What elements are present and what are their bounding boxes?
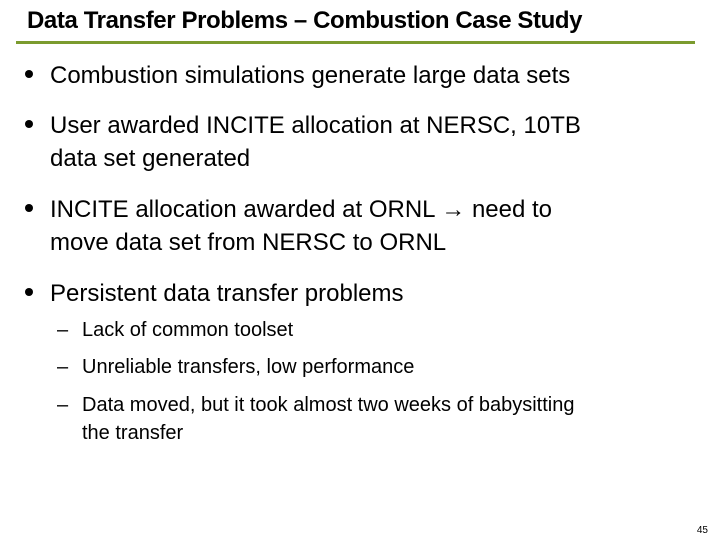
slide-title: Data Transfer Problems – Combustion Case…: [27, 7, 583, 34]
sub-bullet-text: Unreliable transfers, low performance: [82, 356, 415, 378]
bullet-dot-icon: [25, 70, 33, 78]
dash-bullet-icon: –: [57, 319, 69, 341]
title-underline-rule: [16, 41, 695, 44]
bullet-text: User awarded INCITE allocation at NERSC,…: [50, 112, 581, 172]
bullet-dot-icon: [25, 204, 33, 212]
bullet-text: Persistent data transfer problems: [50, 280, 404, 307]
bullet-dot-icon: [25, 120, 33, 128]
page-number: 45: [696, 525, 708, 536]
slide: Data Transfer Problems – Combustion Case…: [0, 0, 720, 540]
sub-bullet-text: Data moved, but it took almost two weeks…: [82, 394, 575, 444]
sub-bullet-text: Lack of common toolset: [82, 319, 294, 341]
bullet-dot-icon: [25, 288, 33, 296]
dash-bullet-icon: –: [57, 394, 69, 416]
bullet-text: INCITE allocation awarded at ORNL → need…: [50, 196, 553, 256]
dash-bullet-icon: –: [57, 356, 69, 378]
bullet-text: Combustion simulations generate large da…: [50, 62, 571, 89]
